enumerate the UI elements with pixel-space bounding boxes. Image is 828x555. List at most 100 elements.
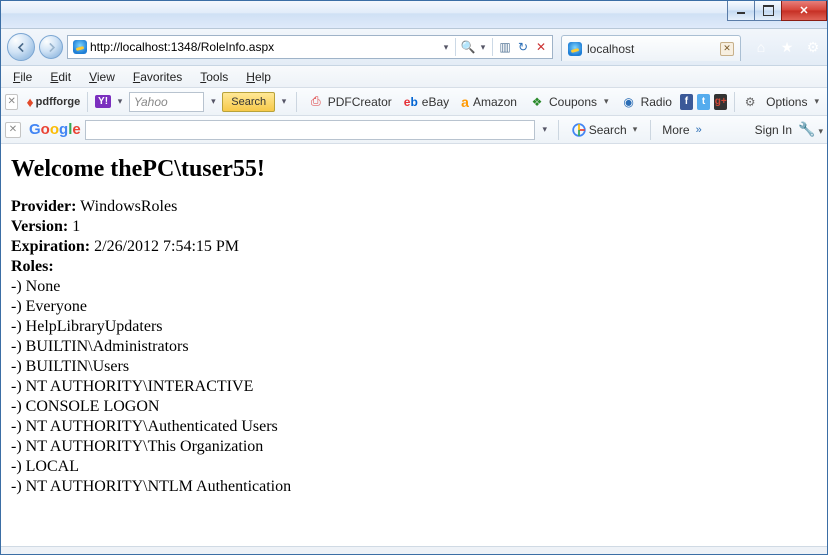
tab-title: localhost (587, 42, 634, 56)
ebay-button[interactable]: eb eBay (400, 95, 453, 109)
search-button-dropdown-icon[interactable]: ▾ (279, 96, 289, 107)
more-button[interactable]: More » (658, 123, 705, 137)
address-input[interactable] (90, 37, 440, 57)
wrench-icon[interactable]: 🔧 (798, 121, 823, 138)
search-icon[interactable]: 🔍 (459, 38, 477, 56)
coupons-icon: ❖ (529, 94, 545, 110)
twitter-icon[interactable]: t (697, 94, 710, 110)
address-dropdown-icon[interactable]: ▾ (440, 42, 452, 53)
close-toolbar-button[interactable]: ✕ (5, 94, 18, 110)
radio-label: Radio (641, 95, 672, 109)
menu-edit[interactable]: Edit (42, 68, 79, 86)
google-logo[interactable]: Google (29, 121, 81, 138)
coupons-label: Coupons (549, 95, 597, 109)
options-button[interactable]: Options (762, 95, 823, 109)
roles-list: -) None-) Everyone-) HelpLibraryUpdaters… (11, 277, 817, 497)
options-label: Options (766, 95, 807, 109)
role-item: -) NT AUTHORITY\This Organization (11, 437, 817, 457)
role-item: -) NT AUTHORITY\INTERACTIVE (11, 377, 817, 397)
expiration-value: 2/26/2012 7:54:15 PM (90, 238, 239, 255)
flame-icon: ♦ (26, 94, 33, 110)
provider-label: Provider: (11, 198, 76, 215)
tab-localhost[interactable]: localhost ✕ (561, 35, 741, 61)
google-toolbar: ✕ Google ▾ Search More » Sign In 🔧 (1, 116, 827, 144)
yahoo-dropdown-icon[interactable]: ▾ (115, 96, 125, 107)
separator (734, 92, 735, 112)
signin-button[interactable]: Sign In (755, 123, 792, 137)
pdfcreator-label: PDFCreator (328, 95, 392, 109)
browser-window: ▾ 🔍 ▾ ▥ ↻ ✕ localhost ✕ ⌂ ★ ⚙ File Edit … (0, 0, 828, 555)
separator (455, 38, 456, 56)
roles-label: Roles: (11, 258, 54, 275)
search-dropdown-icon[interactable]: ▾ (477, 42, 489, 53)
maximize-button[interactable] (754, 1, 782, 21)
tab-close-button[interactable]: ✕ (720, 42, 734, 56)
home-icon[interactable]: ⌂ (753, 39, 769, 55)
separator (296, 92, 297, 112)
menu-tools[interactable]: Tools (192, 68, 236, 86)
refresh-icon[interactable]: ↻ (514, 38, 532, 56)
role-item: -) NT AUTHORITY\NTLM Authentication (11, 477, 817, 497)
version-value: 1 (68, 218, 80, 235)
provider-value: WindowsRoles (76, 198, 177, 215)
google-signin-group: Sign In 🔧 (755, 121, 823, 138)
amazon-label: Amazon (473, 95, 517, 109)
tab-strip: localhost ✕ (561, 33, 741, 61)
role-item: -) LOCAL (11, 457, 817, 477)
ie-page-icon (73, 40, 87, 54)
window-buttons (728, 1, 827, 21)
yahoo-icon: Y! (95, 95, 111, 108)
command-bar-icons: ⌂ ★ ⚙ (753, 39, 821, 55)
pdfforge-label: pdfforge (36, 96, 81, 108)
yahoo-search-button[interactable]: Search (222, 92, 275, 112)
address-bar[interactable]: ▾ 🔍 ▾ ▥ ↻ ✕ (67, 35, 553, 59)
separator (492, 38, 493, 56)
tools-icon[interactable]: ⚙ (805, 39, 821, 55)
pdfcreator-button[interactable]: ⎙ PDFCreator (304, 94, 396, 110)
menu-favorites[interactable]: Favorites (125, 68, 190, 86)
google-search-button[interactable]: Search (566, 123, 644, 137)
menu-view[interactable]: View (81, 68, 123, 86)
ie-favicon-icon (568, 42, 582, 56)
more-label: More (662, 123, 689, 137)
role-item: -) BUILTIN\Users (11, 357, 817, 377)
status-bar (1, 546, 827, 554)
favorites-icon[interactable]: ★ (779, 39, 795, 55)
google-search-dropdown-icon[interactable]: ▾ (539, 124, 551, 135)
back-button[interactable] (7, 33, 35, 61)
menu-bar: File Edit View Favorites Tools Help (1, 66, 827, 88)
role-item: -) HelpLibraryUpdaters (11, 317, 817, 337)
pdfforge-logo[interactable]: ♦ pdfforge (26, 94, 80, 110)
separator (558, 120, 559, 140)
role-item: -) BUILTIN\Administrators (11, 337, 817, 357)
role-item: -) None (11, 277, 817, 297)
googleplus-icon[interactable]: g+ (714, 94, 727, 110)
close-button[interactable] (781, 1, 827, 21)
role-item: -) CONSOLE LOGON (11, 397, 817, 417)
close-google-toolbar-button[interactable]: ✕ (5, 122, 21, 138)
google-search-input[interactable] (85, 120, 535, 140)
amazon-icon: a (461, 94, 469, 110)
nav-bar: ▾ 🔍 ▾ ▥ ↻ ✕ localhost ✕ ⌂ ★ ⚙ (1, 29, 827, 66)
toolbar-options-group: ⚙ Options (742, 94, 823, 110)
google-search-label: Search (589, 123, 627, 137)
ebay-icon: eb (404, 95, 418, 109)
menu-file[interactable]: File (5, 68, 40, 86)
radio-icon: ◉ (621, 94, 637, 110)
radio-button[interactable]: ◉ Radio (617, 94, 676, 110)
amazon-button[interactable]: a Amazon (457, 94, 521, 110)
yahoo-search-dropdown-icon[interactable]: ▾ (208, 96, 218, 107)
facebook-icon[interactable]: f (680, 94, 693, 110)
pdfcreator-icon: ⎙ (308, 94, 324, 110)
stop-icon[interactable]: ✕ (532, 38, 550, 56)
yahoo-search-input[interactable]: Yahoo (129, 92, 205, 112)
window-titlebar (1, 1, 827, 29)
gear-icon: ⚙ (742, 94, 758, 110)
compat-view-icon[interactable]: ▥ (496, 38, 514, 56)
separator (650, 120, 651, 140)
coupons-button[interactable]: ❖ Coupons (525, 94, 613, 110)
page-content: Welcome thePC\tuser55! Provider: Windows… (1, 144, 827, 546)
forward-button[interactable] (39, 35, 63, 59)
menu-help[interactable]: Help (238, 68, 279, 86)
minimize-button[interactable] (727, 1, 755, 21)
